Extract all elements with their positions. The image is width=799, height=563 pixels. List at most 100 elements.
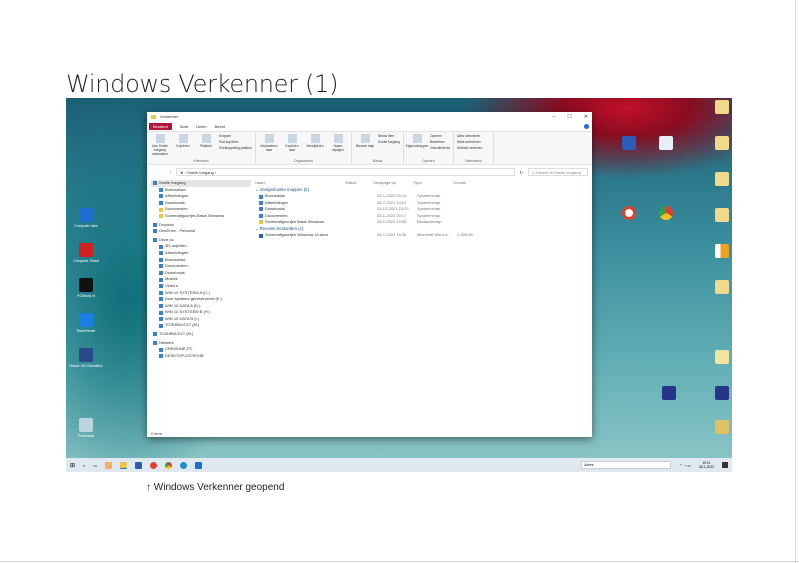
ribbon-small-button[interactable]: Pad kopiëren xyxy=(219,140,252,144)
nav-item[interactable]: CREMLINE-PC xyxy=(151,346,251,353)
ribbon-small-button[interactable]: Geschiedenis xyxy=(430,146,450,150)
ribbon-small-button[interactable]: Snelkoppeling plakken xyxy=(219,146,252,150)
nav-item[interactable]: 3D-objecten xyxy=(151,243,251,250)
tab-bestand[interactable]: Bestand xyxy=(149,122,172,130)
ribbon-small-button[interactable]: Niets selecteren xyxy=(457,140,482,144)
store-taskbar-icon[interactable] xyxy=(195,461,203,469)
ribbon-button[interactable]: Kopiëren xyxy=(173,134,193,148)
ribbon-button[interactable]: Kopiëren naar xyxy=(282,134,302,152)
ribbon-button[interactable]: Naam wijzigen xyxy=(328,134,348,152)
desktop-icon[interactable] xyxy=(702,100,732,116)
desktop-icon[interactable] xyxy=(649,386,689,402)
word-doc-icon[interactable] xyxy=(609,136,649,152)
nav-item[interactable]: Afbeeldingen xyxy=(151,250,251,257)
minimize-button[interactable]: – xyxy=(553,114,556,120)
ribbon-button[interactable]: Eigenschappen xyxy=(406,134,428,148)
desktop-icon[interactable] xyxy=(702,172,732,188)
group-header[interactable]: ⌄ Recente bestanden (1) xyxy=(255,225,588,232)
nav-item[interactable]: WIN 10 DATA B (I:) xyxy=(151,316,251,323)
ribbon-button[interactable]: Verwijderen xyxy=(305,134,325,148)
tab-start[interactable]: Start xyxy=(180,124,188,129)
nav-item[interactable]: WIN 10 DATA A (D:) xyxy=(151,303,251,310)
close-button[interactable]: ✕ xyxy=(584,114,588,120)
nav-item[interactable]: OneDrive - Personal xyxy=(151,228,251,235)
desktop-icon[interactable]: Oracle VM VirtualBox xyxy=(66,348,106,368)
desktop-icon[interactable]: Computer Totaal xyxy=(66,243,106,263)
nav-item[interactable]: Bureaublad xyxy=(151,257,251,264)
nav-item[interactable]: Afbeeldingen xyxy=(151,193,251,200)
desktop-icon[interactable] xyxy=(702,208,732,224)
desktop-icon[interactable]: Computer Idee xyxy=(66,208,106,228)
desktop-icon[interactable] xyxy=(702,244,732,260)
word-doc-icon[interactable] xyxy=(646,136,686,152)
group-header[interactable]: ⌄ Veelgebruikte mappen (5) xyxy=(255,186,588,193)
back-button[interactable]: ← xyxy=(151,170,155,175)
tray-icons[interactable]: ⌃ ◔ ▭ xyxy=(679,463,691,468)
tab-delen[interactable]: Delen xyxy=(196,124,206,129)
desktop-icon[interactable] xyxy=(702,280,732,296)
notifications-icon[interactable] xyxy=(722,462,728,468)
address-bar[interactable]: ★ › Snelle toegang › xyxy=(176,168,515,176)
ribbon-button[interactable]: Nieuwe map xyxy=(355,134,375,148)
nav-item[interactable]: DESKTOP-KS7IICHB xyxy=(151,353,251,360)
nav-item[interactable]: Documenten xyxy=(151,206,251,213)
file-explorer-taskbar-icon[interactable] xyxy=(120,461,128,469)
edge-taskbar-icon[interactable] xyxy=(180,461,188,469)
clock[interactable]: 19:11 28-1-2022 xyxy=(699,461,714,469)
maximize-button[interactable]: ☐ xyxy=(567,114,571,120)
chrome-icon[interactable] xyxy=(646,206,686,222)
search-icon[interactable]: ⌕ xyxy=(83,463,85,468)
nav-item[interactable]: Netwerk xyxy=(151,340,251,347)
tab-beeld[interactable]: Beeld xyxy=(215,124,225,129)
nav-item[interactable]: WIN 10 SYSTEEM A (C:) xyxy=(151,290,251,297)
desktop-icon[interactable] xyxy=(702,420,732,436)
up-button[interactable]: ↑ xyxy=(169,170,171,175)
task-view-icon[interactable]: ▭ xyxy=(93,463,97,468)
ribbon-small-button[interactable]: Nieuw item xyxy=(378,134,400,138)
nav-item[interactable]: WIN 10 SYSTEEM B (H:) xyxy=(151,309,251,316)
desktop-icon[interactable] xyxy=(702,350,732,366)
desktop-icon[interactable] xyxy=(702,386,732,402)
refresh-button[interactable]: ↻ xyxy=(520,170,523,175)
desktop-icon[interactable]: TeamViewer xyxy=(66,313,106,333)
ribbon-small-button[interactable]: Openen xyxy=(430,134,450,138)
nav-item[interactable]: TOSHIBA EXT (M:) xyxy=(151,331,251,338)
nav-item[interactable]: Downloads xyxy=(151,270,251,277)
ribbon-small-button[interactable]: Snelle toegang xyxy=(378,140,400,144)
nav-item[interactable]: Schemafiguurtjes Basis Windows xyxy=(151,213,251,220)
search-input[interactable]: ⌕ Zoeken in Snelle toegang xyxy=(528,168,588,176)
help-icon[interactable] xyxy=(584,123,589,129)
nav-item[interactable]: TOSHIBA EXT (M:) xyxy=(151,322,251,329)
start-button[interactable]: ⊞ xyxy=(70,462,75,469)
column-header[interactable]: Grootte xyxy=(453,180,477,186)
file-row[interactable]: Schemafiguurtjes Windows 10.docx 28-1-202… xyxy=(255,232,588,238)
desktop-icon[interactable]: Prullenbak xyxy=(66,418,106,438)
nav-item[interactable]: Door systeem gereserveerd (E:) xyxy=(151,296,251,303)
ribbon-small-button[interactable]: Bewerken xyxy=(430,140,450,144)
column-header[interactable]: Status xyxy=(345,180,373,186)
column-header[interactable]: Gewijzigd op xyxy=(373,180,413,186)
nav-item[interactable]: Video's xyxy=(151,283,251,290)
app-icon[interactable] xyxy=(105,461,113,469)
word-taskbar-icon[interactable] xyxy=(135,461,143,469)
chrome-icon[interactable] xyxy=(609,206,649,222)
chrome-taskbar-icon[interactable] xyxy=(165,461,173,469)
desktop-icon[interactable]: PCWorld.nl xyxy=(66,278,106,298)
column-header[interactable]: Type xyxy=(413,180,453,186)
desktop-icon[interactable] xyxy=(702,136,732,152)
nav-item[interactable]: Documenten xyxy=(151,263,251,270)
ribbon-small-button[interactable]: Alles selecteren xyxy=(457,134,482,138)
ribbon-button[interactable]: Plakken xyxy=(196,134,216,148)
ribbon-button[interactable]: Verplaatsen naar xyxy=(259,134,279,152)
nav-item[interactable]: Deze pc xyxy=(151,237,251,244)
ribbon-small-button[interactable]: Knippen xyxy=(219,134,252,138)
taskbar-address-input[interactable]: Adres xyxy=(581,461,672,469)
app-icon[interactable] xyxy=(150,461,158,469)
nav-item[interactable]: Downloads xyxy=(151,200,251,207)
nav-item[interactable]: Dropbox xyxy=(151,222,251,229)
nav-item[interactable]: Muziek xyxy=(151,276,251,283)
ribbon-small-button[interactable]: Selectie omkeren xyxy=(457,146,482,150)
forward-button[interactable]: → xyxy=(160,170,164,175)
nav-item[interactable]: Snelle toegang xyxy=(151,180,251,187)
nav-item[interactable]: Bureaublad xyxy=(151,187,251,194)
